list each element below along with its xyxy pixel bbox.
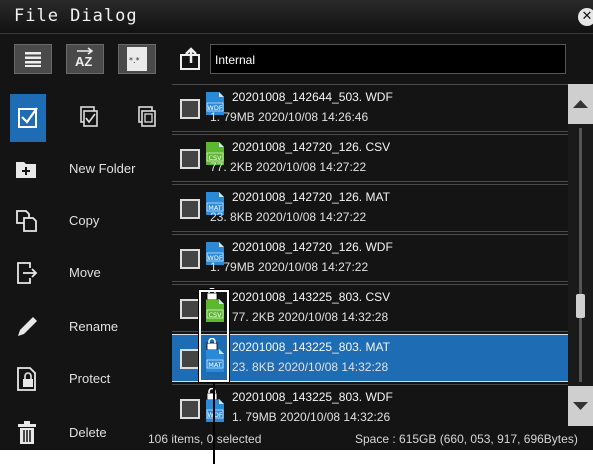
file-meta: 1. 79MB 2020/10/08 14:26:46 [210,110,369,124]
path-field[interactable]: Internal [210,44,566,74]
file-filter-icon: *.* [127,47,147,71]
file-name: 20201008_143225_803. CSV [232,290,391,304]
file-row[interactable]: WDF 20201008_143225_803. WDF 1. 79MB 2020/… [172,384,568,426]
wdf-file-icon: WDF [206,399,224,422]
file-meta: 77. 2KB 2020/10/08 14:27:22 [210,160,367,174]
protect-button[interactable]: Protect [0,354,170,404]
deselect-all-icon [138,106,156,127]
file-checkbox[interactable] [180,199,200,219]
file-row[interactable]: WDF 20201008_142720_126. WDF 1. 79MB 2020/… [172,234,568,282]
svg-text:WDF: WDF [207,411,222,419]
select-all-icon [80,106,98,127]
free-space: Space : 615GB (660, 053, 917, 696Bytes) [355,432,578,446]
select-toggle-icon [18,107,38,128]
file-name: 20201008_143225_803. WDF [232,390,393,404]
copy-button[interactable]: Copy [0,196,170,246]
close-icon[interactable]: ✕ [578,8,593,26]
file-checkbox[interactable] [180,149,200,169]
title-bar: File Dialog [0,0,593,34]
window-title: File Dialog [14,6,138,26]
copy-icon [16,210,37,232]
list-view-button[interactable] [14,44,52,74]
pencil-icon [18,317,37,336]
new-folder-icon [16,162,36,178]
scroll-thumb[interactable] [576,293,585,318]
menu-label: Copy [69,213,100,228]
list-icon [25,52,41,67]
file-row[interactable]: MAT 20201008_143225_803. MAT 23. 8KB 2020/… [172,334,568,382]
file-name: 20201008_142644_503. WDF [232,90,393,104]
file-meta: 1. 79MB 2020/10/08 14:32:26 [232,410,391,424]
file-meta: 77. 2KB 2020/10/08 14:32:28 [232,310,389,324]
file-meta: 1. 79MB 2020/10/08 14:27:22 [210,260,369,274]
status-bar: 106 items, 0 selected Space : 615GB (660… [0,428,593,450]
file-row[interactable]: MAT 20201008_142720_126. MAT 23. 8KB 2020/… [172,184,568,232]
menu-label: New Folder [69,161,136,176]
folder-up-icon[interactable] [178,46,206,72]
file-checkbox[interactable] [180,299,200,319]
file-filter-button[interactable]: *.* [118,44,156,74]
move-button[interactable]: Move [0,248,170,298]
lock-file-icon [17,367,36,391]
move-icon [17,262,38,284]
scroll-track[interactable] [579,128,582,382]
rename-button[interactable]: Rename [0,302,170,352]
item-count: 106 items, 0 selected [148,432,262,446]
file-meta: 23. 8KB 2020/10/08 14:27:22 [210,210,367,224]
file-row[interactable]: CSV 20201008_143225_803. CSV 77. 2KB 2020/… [172,284,568,332]
menu-label: Rename [69,319,119,334]
arrow-up-icon [573,100,588,108]
file-list: WDF 20201008_142644_503. WDF 1. 79MB 2020/… [172,84,568,426]
left-menu: New Folder Copy Move Rename Protect Dele… [0,82,170,450]
protected-icon-callout [198,289,230,383]
lock-icon [206,388,218,400]
select-toggle-button[interactable] [10,94,46,142]
sort-az-button[interactable]: AZ [66,44,104,74]
file-checkbox[interactable] [180,349,200,369]
file-row[interactable]: WDF 20201008_142644_503. WDF 1. 79MB 2020/… [172,84,568,132]
file-name: 20201008_143225_803. MAT [232,340,390,354]
file-dialog-window: File Dialog ✕ AZ *.* Internal New Folder… [0,0,593,450]
scrollbar[interactable] [568,84,593,426]
file-checkbox[interactable] [180,399,200,419]
menu-label: Protect [69,371,111,386]
sort-az-icon: AZ [72,47,98,71]
callout-line [213,383,215,464]
file-checkbox[interactable] [180,99,200,119]
arrow-down-icon [573,402,588,410]
file-row[interactable]: CSV 20201008_142720_126. CSV 77. 2KB 2020/… [172,134,568,182]
select-all-button[interactable] [70,94,106,142]
file-name: 20201008_142720_126. WDF [232,240,393,254]
new-folder-button[interactable]: New Folder [0,144,170,194]
scroll-down-button[interactable] [568,386,593,426]
file-name: 20201008_142720_126. MAT [232,190,390,204]
file-meta: 23. 8KB 2020/10/08 14:32:28 [232,360,389,374]
scroll-up-button[interactable] [568,84,593,124]
file-name: 20201008_142720_126. CSV [232,140,391,154]
deselect-all-button[interactable] [130,94,166,142]
file-checkbox[interactable] [180,249,200,269]
menu-label: Move [69,265,101,280]
